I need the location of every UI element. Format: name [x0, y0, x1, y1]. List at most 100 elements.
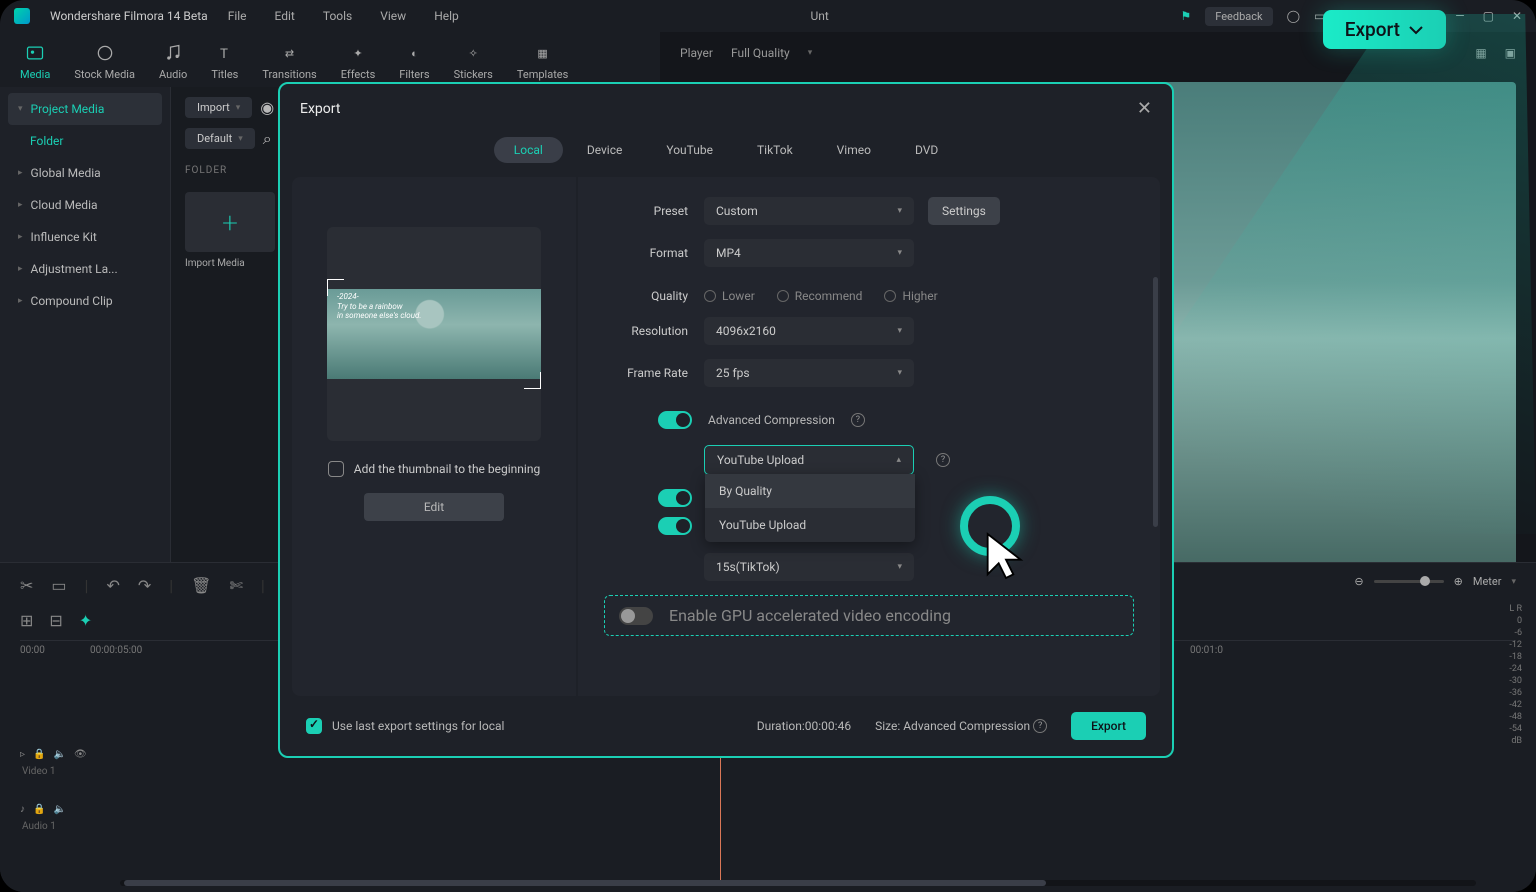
export-thumbnail[interactable]: -2024- Try to be a rainbow in someone el… [327, 227, 541, 441]
meter-label[interactable]: Meter [1473, 575, 1502, 588]
magnet-icon[interactable]: ✦ [79, 611, 92, 630]
export-tab-vimeo[interactable]: Vimeo [817, 137, 891, 163]
dropdown-opt-by-quality[interactable]: By Quality [705, 474, 915, 508]
quality-higher-radio[interactable]: Higher [884, 289, 937, 303]
cursor-arrow-icon [984, 530, 1028, 586]
track-link-icon[interactable]: ⊟ [49, 611, 62, 630]
gift-icon[interactable]: ⚑ [1180, 9, 1191, 23]
menu-view[interactable]: View [380, 9, 406, 23]
add-thumbnail-checkbox[interactable]: Add the thumbnail to the beginning [328, 461, 540, 477]
lock-icon[interactable]: 🔒 [33, 804, 45, 815]
advanced-compression-toggle[interactable] [658, 411, 692, 429]
sidebar-adjustment-layer[interactable]: ▸Adjustment La... [8, 253, 162, 285]
zoom-slider[interactable] [1374, 580, 1444, 583]
lock-icon[interactable]: 🔒 [33, 749, 45, 760]
sidebar-global-media[interactable]: ▸Global Media [8, 157, 162, 189]
player-quality[interactable]: Full Quality [731, 46, 790, 60]
dropdown-opt-youtube-upload[interactable]: YouTube Upload [705, 508, 915, 542]
compression-dropdown: By Quality YouTube Upload [705, 474, 915, 542]
delete-icon[interactable]: 🗑 [191, 576, 211, 595]
preset-select[interactable]: Custom▾ [704, 197, 914, 225]
window-close-icon[interactable]: ✕ [1512, 9, 1522, 23]
h-scrollbar[interactable] [120, 880, 1476, 886]
checkbox-icon [328, 461, 344, 477]
tiktok-duration-select[interactable]: 15s(TikTok)▾ [704, 553, 914, 581]
menu-help[interactable]: Help [434, 9, 459, 23]
tab-titles[interactable]: TTitles [211, 42, 238, 81]
sort-default-button[interactable]: Default▾ [185, 128, 255, 149]
import-media-tile[interactable]: + Import Media [185, 192, 275, 269]
undo-icon[interactable]: ↶ [106, 576, 119, 595]
tab-stickers[interactable]: ✧Stickers [454, 42, 493, 81]
export-preview-pane: -2024- Try to be a rainbow in someone el… [292, 177, 578, 696]
help-icon[interactable]: ? [1033, 719, 1047, 733]
tab-transitions[interactable]: ⇄Transitions [262, 42, 316, 81]
compression-mode-select[interactable]: YouTube Upload▴ By Quality YouTube Uploa… [704, 445, 914, 475]
track-add-icon[interactable]: ⊞ [20, 611, 33, 630]
quality-recommend-radio[interactable]: Recommend [777, 289, 863, 303]
use-last-settings-checkbox[interactable]: Use last export settings for local [306, 718, 504, 734]
quality-lower-radio[interactable]: Lower [704, 289, 755, 303]
window-minimize-icon[interactable]: — [1455, 9, 1464, 23]
export-dialog: Export ✕ Local Device YouTube TikTok Vim… [278, 82, 1174, 758]
menu-file[interactable]: File [228, 9, 247, 23]
unknown-toggle-2[interactable] [658, 517, 692, 535]
tab-effects[interactable]: ✦Effects [341, 42, 376, 81]
sidebar-cloud-media[interactable]: ▸Cloud Media [8, 189, 162, 221]
settings-button[interactable]: Settings [928, 197, 1000, 225]
export-tab-local[interactable]: Local [494, 137, 563, 163]
export-duration: Duration:00:00:46 [757, 719, 851, 733]
export-tab-youtube[interactable]: YouTube [646, 137, 733, 163]
gpu-accel-toggle[interactable] [619, 607, 653, 625]
help-icon[interactable]: ? [851, 413, 865, 427]
tab-audio[interactable]: Audio [159, 42, 187, 81]
main-menu: File Edit Tools View Help [228, 9, 459, 23]
grid-view-icon[interactable]: ▦ [1475, 46, 1486, 60]
sidebar-influence-kit[interactable]: ▸Influence Kit [8, 221, 162, 253]
help-icon[interactable]: ? [936, 453, 950, 467]
dialog-close-icon[interactable]: ✕ [1137, 98, 1152, 119]
redo-icon[interactable]: ↷ [138, 576, 151, 595]
app-logo-icon [14, 8, 30, 24]
unknown-toggle-1[interactable] [658, 489, 692, 507]
tab-stock-media[interactable]: Stock Media [74, 42, 135, 81]
export-highlight-button[interactable]: Export [1323, 10, 1446, 49]
chevron-down-icon[interactable]: ▾ [808, 48, 813, 58]
import-button[interactable]: Import▾ [185, 97, 252, 118]
export-confirm-button[interactable]: Export [1071, 712, 1146, 740]
tab-filters[interactable]: ◐Filters [399, 42, 429, 81]
preset-label: Preset [604, 204, 704, 218]
framerate-select[interactable]: 25 fps▾ [704, 359, 914, 387]
export-tab-device[interactable]: Device [567, 137, 643, 163]
zoom-out-icon[interactable]: ⊖ [1354, 575, 1363, 588]
video-icon[interactable]: ▹ [20, 749, 25, 760]
format-select[interactable]: MP4▾ [704, 239, 914, 267]
zoom-in-icon[interactable]: ⊕ [1454, 575, 1463, 588]
pointer-icon[interactable]: ▭ [51, 576, 66, 595]
mute-icon[interactable]: 🔈 [53, 749, 65, 760]
sidebar-compound-clip[interactable]: ▸Compound Clip [8, 285, 162, 317]
export-tab-dvd[interactable]: DVD [895, 137, 958, 163]
search-icon[interactable]: ⌕ [263, 129, 272, 149]
tab-media[interactable]: Media [20, 42, 50, 81]
picture-icon[interactable]: ▣ [1505, 46, 1516, 60]
menu-tools[interactable]: Tools [323, 9, 352, 23]
window-maximize-icon[interactable]: ▢ [1483, 9, 1494, 23]
app-name: Wondershare Filmora 14 Beta [50, 9, 208, 23]
record-icon[interactable]: ◯ [1287, 9, 1300, 23]
sidebar-project-media[interactable]: ▾Project Media [8, 93, 162, 125]
eye-icon[interactable]: 👁 [74, 749, 87, 760]
export-tab-tiktok[interactable]: TikTok [737, 137, 813, 163]
mute-icon[interactable]: 🔈 [53, 804, 65, 815]
record-mini-icon[interactable]: ◉ [260, 98, 274, 117]
scissors-icon[interactable]: ✂ [20, 576, 33, 595]
sidebar-folder[interactable]: Folder [8, 125, 162, 157]
edit-thumbnail-button[interactable]: Edit [364, 493, 504, 521]
audio-icon[interactable]: ♪ [20, 804, 25, 815]
cut-icon[interactable]: ✄ [229, 576, 242, 595]
tab-templates[interactable]: ▦Templates [517, 42, 568, 81]
resolution-select[interactable]: 4096x2160▾ [704, 317, 914, 345]
scrollbar[interactable] [1153, 277, 1158, 527]
feedback-button[interactable]: Feedback [1205, 7, 1272, 26]
menu-edit[interactable]: Edit [275, 9, 295, 23]
